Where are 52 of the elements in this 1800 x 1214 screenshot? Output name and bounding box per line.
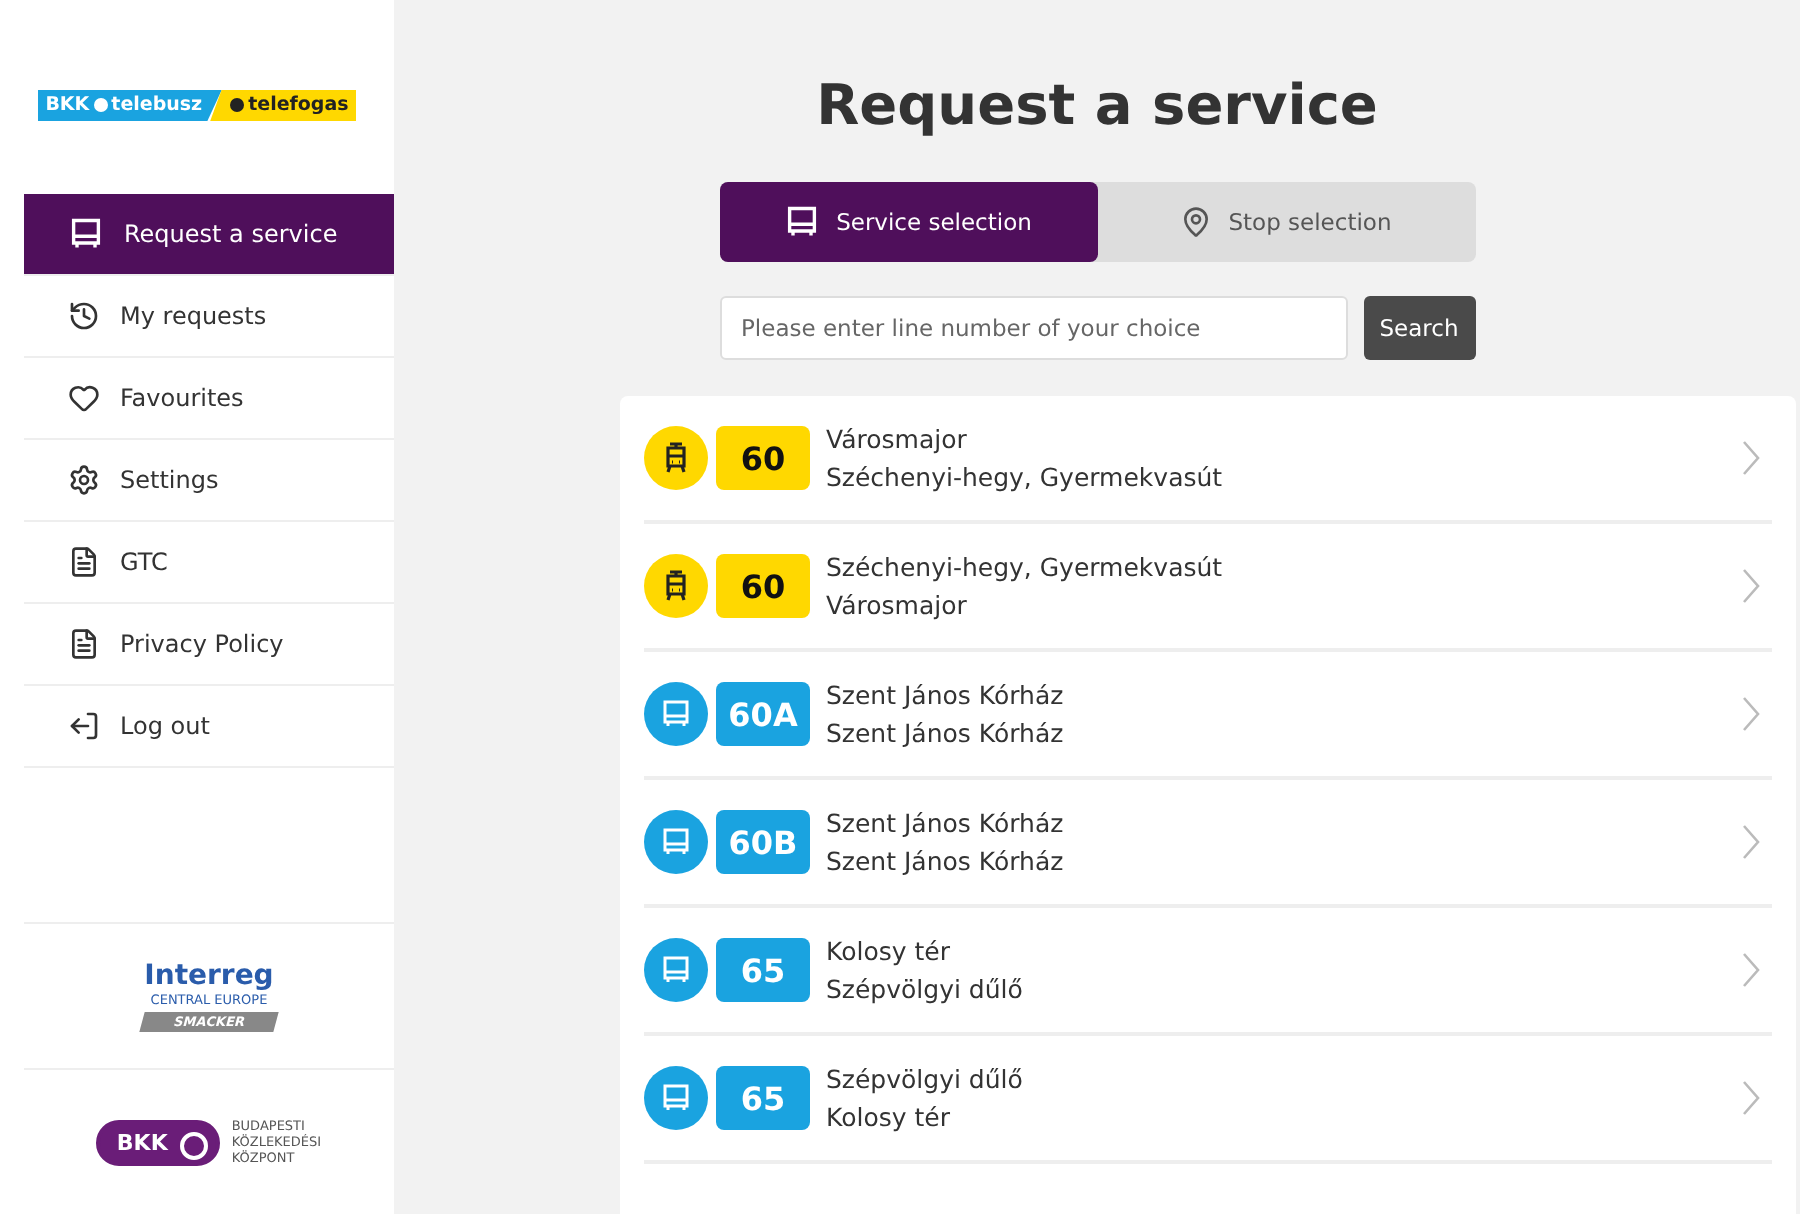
chevron-right-icon <box>1742 1080 1760 1116</box>
origin-stop: Kolosy tér <box>826 934 952 970</box>
chevron-right-icon <box>1742 568 1760 604</box>
tab[interactable]: Service selection <box>719 182 1097 262</box>
origin-stop: Városmajor <box>826 422 969 458</box>
destination-stop: Szent János Kórház <box>826 716 1066 752</box>
service-row[interactable]: 60 Városmajor Széchenyi-hegy, Gyermekvasút <box>644 396 1772 524</box>
bus-icon <box>660 826 692 858</box>
line-number: 60A <box>716 682 810 746</box>
origin-stop: Szent János Kórház <box>826 806 1066 842</box>
origin-stop: Széchenyi-hegy, Gyermekvasút <box>826 550 1225 586</box>
service-row[interactable]: 65 Szépvölgyi dűlő Kolosy tér <box>644 1036 1772 1164</box>
service-row[interactable]: 60A Szent János Kórház Szent János Kórház <box>644 652 1772 780</box>
destination-stop: Szent János Kórház <box>826 844 1066 880</box>
destination-stop: Szépvölgyi dűlő <box>826 972 1025 1008</box>
line-number: 60 <box>716 426 810 490</box>
document-icon <box>68 546 100 578</box>
bus-icon <box>660 1082 692 1114</box>
destination-stop: Széchenyi-hegy, Gyermekvasút <box>826 460 1225 496</box>
document-icon <box>68 628 100 660</box>
logout-icon <box>68 710 100 742</box>
bus-icon <box>784 204 821 240</box>
line-number: 65 <box>716 938 810 1002</box>
tab[interactable]: Stop selection <box>1097 182 1475 262</box>
menu-item[interactable]: Request a service <box>24 194 394 276</box>
chevron-right-icon <box>1742 824 1760 860</box>
bus-icon <box>660 698 692 730</box>
origin-stop: Szépvölgyi dűlő <box>826 1062 1025 1098</box>
line-number: 60B <box>716 810 810 874</box>
search-button[interactable]: Search <box>1363 296 1475 360</box>
origin-stop: Szent János Kórház <box>826 678 1066 714</box>
chevron-right-icon <box>1742 952 1760 988</box>
heart-icon <box>68 382 100 414</box>
destination-stop: Városmajor <box>826 588 969 624</box>
page-title: Request a service <box>816 72 1378 138</box>
service-row[interactable]: 60B Szent János Kórház Szent János Kórház <box>644 780 1772 908</box>
settings-icon <box>68 464 100 496</box>
service-row[interactable]: 65 Kolosy tér Szépvölgyi dűlő <box>644 908 1772 1036</box>
service-row[interactable]: 60 Széchenyi-hegy, Gyermekvasút Városmajor <box>644 524 1772 652</box>
search-field[interactable]: Please enter line number of your choice <box>719 296 1347 360</box>
bus-icon <box>68 216 104 252</box>
history-icon <box>68 300 100 332</box>
destination-stop: Kolosy tér <box>826 1100 952 1136</box>
telebusz-logo: BKK telebusz telefogas <box>37 89 357 121</box>
pin-icon <box>1180 206 1213 238</box>
line-number: 60 <box>716 554 810 618</box>
line-number: 65 <box>716 1066 810 1130</box>
chevron-right-icon <box>1742 696 1760 732</box>
tram-icon <box>662 442 690 474</box>
chevron-right-icon <box>1742 440 1760 476</box>
tram-icon <box>662 570 690 602</box>
bus-icon <box>660 954 692 986</box>
